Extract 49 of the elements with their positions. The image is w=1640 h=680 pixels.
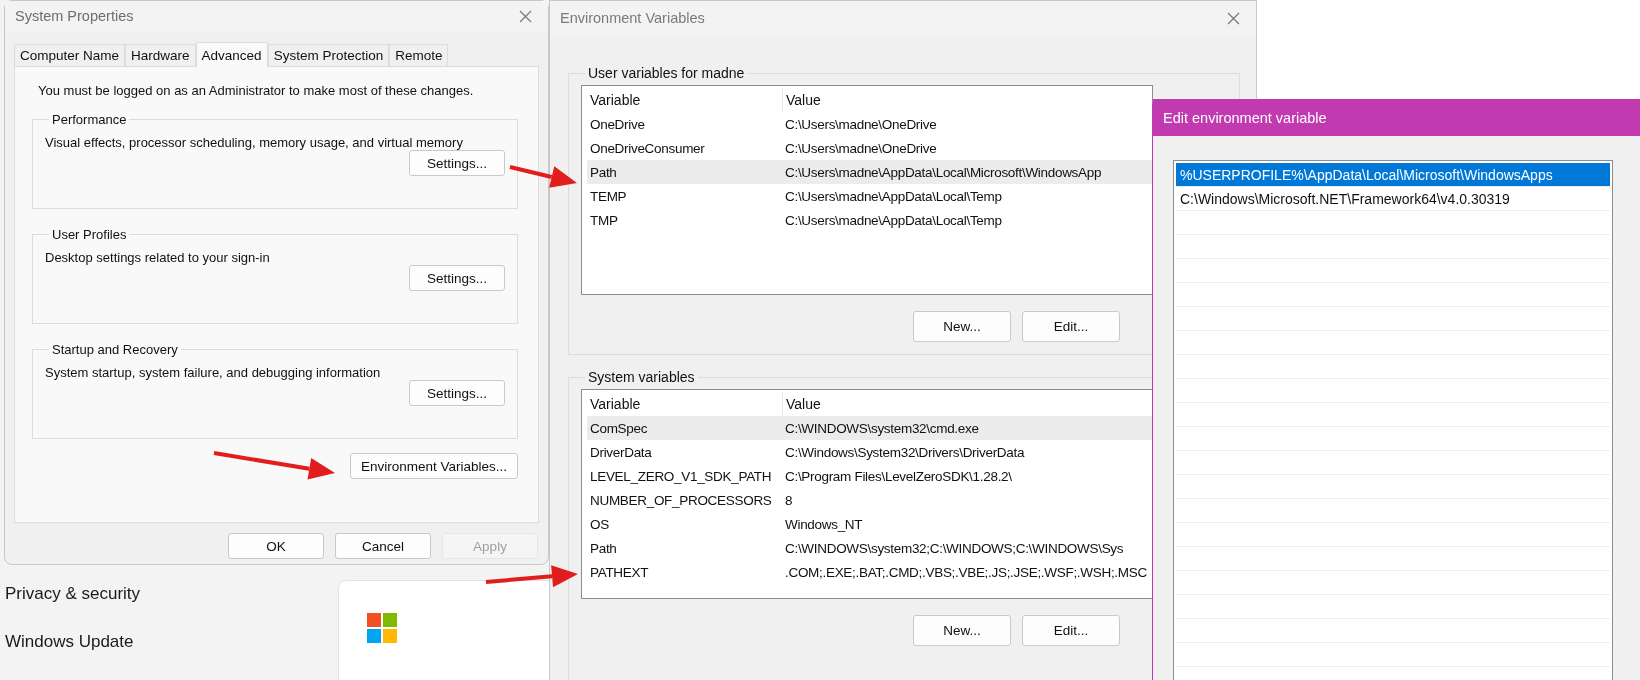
path-entry[interactable]: %USERPROFILE%\AppData\Local\Microsoft\WindowsApps — [1176, 163, 1610, 187]
window-title: Environment Variables — [560, 10, 705, 26]
environment-variables-button[interactable]: Environment Variables... — [349, 453, 518, 479]
column-header[interactable]: Variable — [587, 88, 782, 112]
list-action-button[interactable]: Edit... — [1022, 615, 1120, 646]
group-title: Performance — [51, 112, 128, 127]
settings-button[interactable]: Settings... — [409, 380, 505, 406]
annotation-arrow — [509, 165, 577, 188]
notice-text: You must be logged on as an Administrator to make most of these changes. — [37, 83, 475, 98]
close-icon — [1226, 11, 1240, 25]
variable-row[interactable]: TEMP C:\Users\madne\AppData\Local\Temp — [587, 184, 1152, 208]
settings-button[interactable]: Settings... — [409, 265, 505, 291]
group-title: System variables — [587, 369, 696, 385]
tab[interactable]: Computer Name — [14, 44, 126, 66]
group-title: Startup and Recovery — [51, 342, 179, 357]
close-icon — [518, 9, 532, 23]
variable-row[interactable]: NUMBER_OF_PROCESSORS 8 — [587, 488, 1152, 512]
group-description: Visual effects, processor scheduling, memory usage, and virtual memory — [45, 135, 464, 150]
windows-logo-icon — [367, 613, 397, 643]
tab[interactable]: Remote — [389, 44, 449, 66]
variable-row[interactable]: Path C:\Users\madne\AppData\Local\Microsoft\WindowsApp — [587, 160, 1152, 184]
dialog-button[interactable]: OK — [228, 533, 324, 559]
list-action-button[interactable]: New... — [913, 615, 1011, 646]
variable-row[interactable]: Path C:\WINDOWS\system32;C:\WINDOWS;C:\WINDOWS\Sys — [587, 536, 1152, 560]
group-title: User Profiles — [51, 227, 128, 242]
variable-row[interactable]: PATHEXT .COM;.EXE;.BAT;.CMD;.VBS;.VBE;.JS;.JSE;.WSF;.WSH;.MSC — [587, 560, 1152, 584]
tab[interactable]: Advanced — [195, 42, 268, 67]
settings-button[interactable]: Settings... — [409, 150, 505, 176]
variable-row[interactable]: TMP C:\Users\madne\AppData\Local\Temp — [587, 208, 1152, 232]
settings-nav-item[interactable]: Windows Update — [5, 630, 134, 654]
list-action-button[interactable]: Edit... — [1022, 311, 1120, 342]
dialog-button[interactable]: Cancel — [335, 533, 431, 559]
group-description: System startup, system failure, and debugging information — [45, 365, 382, 380]
window-title: System Properties — [15, 8, 134, 24]
variable-row[interactable]: ComSpec C:\WINDOWS\system32\cmd.exe — [587, 416, 1152, 440]
variable-row[interactable]: OS Windows_NT — [587, 512, 1152, 536]
path-entry[interactable]: C:\Windows\Microsoft.NET\Framework64\v4.0.30319 — [1176, 187, 1610, 211]
group-description: Desktop settings related to your sign-in — [45, 250, 271, 265]
window-title: Edit environment variable — [1163, 109, 1327, 126]
variable-row[interactable]: LEVEL_ZERO_V1_SDK_PATH C:\Program Files\LevelZeroSDK\1.28.2\ — [587, 464, 1152, 488]
settings-nav-item[interactable]: Privacy & security — [5, 582, 141, 606]
variable-row[interactable]: OneDriveConsumer C:\Users\madne\OneDrive — [587, 136, 1152, 160]
list-action-button[interactable]: New... — [913, 311, 1011, 342]
tab[interactable]: System Protection — [267, 44, 390, 66]
variable-row[interactable]: DriverData C:\Windows\System32\Drivers\DriverData — [587, 440, 1152, 464]
variable-row[interactable]: OneDrive C:\Users\madne\OneDrive — [587, 112, 1152, 136]
tab[interactable]: Hardware — [125, 44, 196, 66]
column-header[interactable]: Variable — [587, 392, 782, 416]
group-title: User variables for madne — [587, 65, 746, 81]
